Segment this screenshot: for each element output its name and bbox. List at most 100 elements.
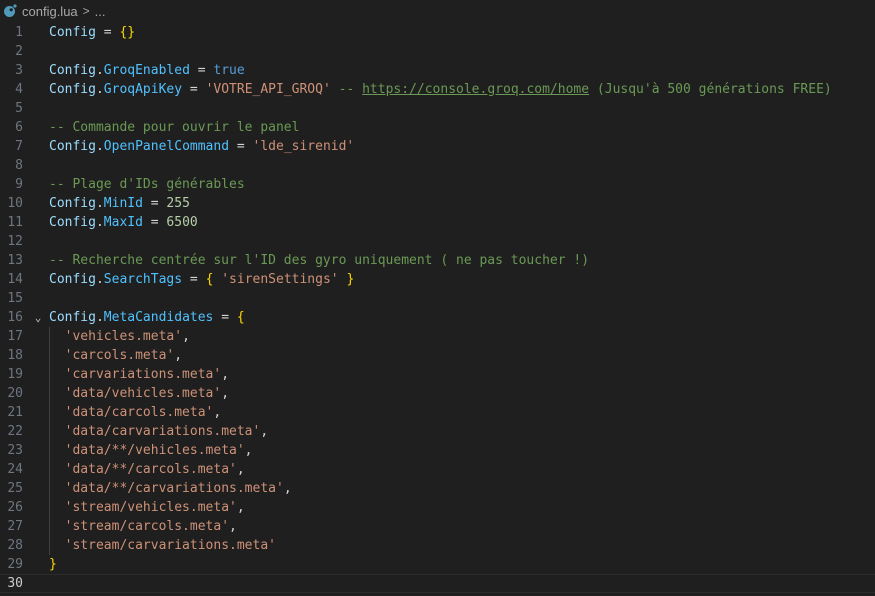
code-token: --: [330, 81, 363, 97]
code-line[interactable]: 17 'vehicles.meta',: [0, 327, 875, 346]
code-line[interactable]: 24 'data/**/carcols.meta',: [0, 460, 875, 479]
code-token: {}: [119, 24, 136, 40]
code-token: =: [142, 214, 167, 230]
code-text: 'vehicles.meta',: [49, 329, 190, 344]
line-number: 6: [15, 119, 23, 135]
line-number: 10: [7, 195, 23, 211]
code-token: -- Recherche centrée sur l'ID des gyro u…: [49, 252, 590, 268]
code-token: ,: [221, 385, 230, 401]
line-number: 21: [7, 404, 23, 420]
code-line[interactable]: 22 'data/carvariations.meta',: [0, 422, 875, 441]
code-text: -- Plage d'IDs générables: [49, 177, 245, 192]
code-token: (Jusqu'à 500 générations FREE): [589, 81, 832, 97]
code-token: ,: [236, 499, 245, 515]
code-line[interactable]: 16 ⌄ Config.MetaCandidates = {: [0, 308, 875, 327]
code-text: Config.GroqApiKey = 'VOTRE_API_GROQ' -- …: [49, 82, 832, 97]
code-token: ,: [244, 442, 253, 458]
code-token: .: [95, 309, 104, 325]
code-line[interactable]: 11 Config.MaxId = 6500: [0, 213, 875, 232]
code-line[interactable]: 26 'stream/vehicles.meta',: [0, 498, 875, 517]
code-token: 'stream/carcols.meta': [64, 518, 230, 534]
code-token: 'carcols.meta': [64, 347, 175, 363]
line-number: 19: [7, 366, 23, 382]
code-line[interactable]: 3 Config.GroqEnabled = true: [0, 61, 875, 80]
code-token: Config: [49, 138, 96, 154]
code-line[interactable]: 25 'data/**/carvariations.meta',: [0, 479, 875, 498]
code-token: MinId: [103, 195, 143, 211]
line-number: 8: [15, 157, 23, 173]
code-line[interactable]: 21 'data/carcols.meta',: [0, 403, 875, 422]
code-text: 'data/**/carvariations.meta',: [49, 481, 292, 496]
code-token: =: [229, 138, 253, 154]
code-token: }: [346, 271, 355, 287]
code-text: 'carvariations.meta',: [49, 367, 229, 382]
code-token: ,: [221, 366, 230, 382]
line-number: 22: [7, 423, 23, 439]
code-token: ,: [213, 404, 222, 420]
code-token: Config: [49, 309, 96, 325]
code-text: -- Recherche centrée sur l'ID des gyro u…: [49, 253, 589, 268]
code-line[interactable]: 18 'carcols.meta',: [0, 346, 875, 365]
line-number: 13: [7, 252, 23, 268]
code-line[interactable]: 5: [0, 99, 875, 118]
code-line[interactable]: 2: [0, 42, 875, 61]
code-token: ,: [260, 423, 269, 439]
code-token: GroqEnabled: [103, 62, 190, 78]
code-line[interactable]: 23 'data/**/vehicles.meta',: [0, 441, 875, 460]
code-line[interactable]: 8: [0, 156, 875, 175]
code-line[interactable]: 28 'stream/carvariations.meta': [0, 536, 875, 555]
code-text: }: [49, 557, 57, 572]
code-line[interactable]: 12: [0, 232, 875, 251]
code-text: 'stream/carvariations.meta': [49, 538, 276, 553]
code-token: ,: [174, 347, 183, 363]
breadcrumb-separator: >: [82, 4, 90, 18]
code-text: 'data/**/carcols.meta',: [49, 462, 245, 477]
code-token: 'data/carcols.meta': [64, 404, 214, 420]
code-token: Config: [49, 24, 96, 40]
chevron-down-icon[interactable]: ⌄: [31, 311, 45, 324]
code-line[interactable]: 6 -- Commande pour ouvrir le panel: [0, 118, 875, 137]
code-line[interactable]: 1 Config = {}: [0, 23, 875, 42]
code-token: .: [95, 271, 104, 287]
code-editor[interactable]: 1 Config = {} 2 3 Config.GroqEnabled = true 4…: [0, 22, 875, 596]
code-line[interactable]: 13 -- Recherche centrée sur l'ID des gyro…: [0, 251, 875, 270]
line-number: 29: [7, 556, 23, 572]
line-number: 25: [7, 480, 23, 496]
code-token: 'stream/carvariations.meta': [64, 537, 276, 553]
code-line[interactable]: 14 Config.SearchTags = { 'sirenSettings' …: [0, 270, 875, 289]
code-line[interactable]: 19 'carvariations.meta',: [0, 365, 875, 384]
code-line[interactable]: 20 'data/vehicles.meta',: [0, 384, 875, 403]
line-number: 18: [7, 347, 23, 363]
code-token: .: [95, 81, 104, 97]
breadcrumb-file[interactable]: config.lua: [22, 4, 78, 19]
code-line[interactable]: 7 Config.OpenPanelCommand = 'lde_sirenid': [0, 137, 875, 156]
code-token: ,: [236, 461, 245, 477]
line-number: 2: [15, 43, 23, 59]
line-number: 11: [7, 214, 23, 230]
code-text: 'stream/vehicles.meta',: [49, 500, 245, 515]
code-line[interactable]: 4 Config.GroqApiKey = 'VOTRE_API_GROQ' --…: [0, 80, 875, 99]
code-token: MaxId: [103, 214, 143, 230]
code-token: .: [95, 195, 104, 211]
code-line[interactable]: 29}: [0, 555, 875, 574]
line-number: 14: [7, 271, 23, 287]
code-text: Config.MaxId = 6500: [49, 215, 198, 230]
line-number: 7: [15, 138, 23, 154]
code-token: ,: [229, 518, 237, 534]
code-line[interactable]: 15: [0, 289, 875, 308]
code-line[interactable]: 27 'stream/carcols.meta',: [0, 517, 875, 536]
code-link[interactable]: https://console.groq.com/home: [362, 82, 589, 97]
code-token: .: [95, 62, 104, 78]
code-token: 'data/vehicles.meta': [64, 385, 222, 401]
code-line[interactable]: 10 Config.MinId = 255: [0, 194, 875, 213]
line-number: 3: [15, 62, 23, 78]
code-token: Config: [49, 195, 96, 211]
breadcrumb-more[interactable]: ...: [95, 4, 106, 19]
code-line[interactable]: 30: [0, 573, 875, 593]
code-line[interactable]: 9 -- Plage d'IDs générables: [0, 175, 875, 194]
code-token: =: [182, 81, 206, 97]
code-token: 'carvariations.meta': [64, 366, 222, 382]
